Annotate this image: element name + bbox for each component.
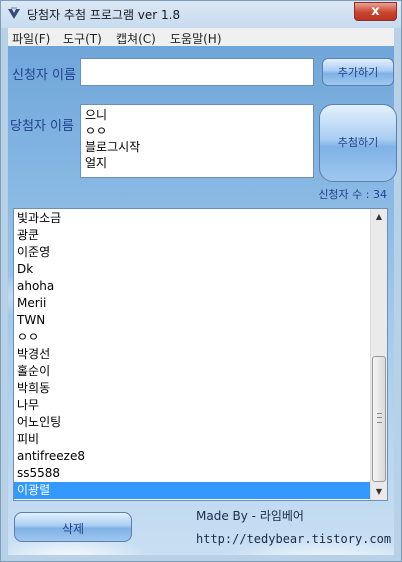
menu-help[interactable]: 도움말(H)	[170, 30, 222, 47]
winner-item: 얼지	[85, 156, 108, 170]
blog-url[interactable]: http://tedybear.tistory.com	[196, 532, 391, 546]
list-item[interactable]: 홀순이	[14, 363, 371, 380]
grip-icon	[377, 413, 382, 423]
applicant-list-items: 빛과소금 광쿤 이준영 Dk ahoha Merii TWN ㅇㅇ 박경선 홀순이 박희동 나무 어노인…	[14, 210, 371, 499]
main-window: 당첨자 추첨 프로그램 ver 1.8 x 파일(F) 도구(T) 캡쳐(C) …	[0, 0, 402, 562]
list-item[interactable]: 빛과소금	[14, 210, 371, 227]
title-bar: 당첨자 추첨 프로그램 ver 1.8 x	[1, 1, 401, 28]
list-item[interactable]: 박경선	[14, 346, 371, 363]
applicant-name-input[interactable]	[80, 58, 314, 86]
applicant-list[interactable]: 빛과소금 광쿤 이준영 Dk ahoha Merii TWN ㅇㅇ 박경선 홀순이 박희동 나무 어노인…	[13, 208, 388, 501]
list-item[interactable]: TWN	[14, 312, 371, 329]
scroll-down-icon[interactable]: ▼	[371, 484, 387, 500]
add-button[interactable]: 추가하기	[322, 58, 394, 86]
add-button-label: 추가하기	[337, 66, 379, 79]
winner-name-label: 당첨자 이름	[10, 119, 74, 134]
delete-button-label: 삭제	[61, 522, 85, 536]
close-icon: x	[371, 4, 380, 19]
list-item[interactable]: Dk	[14, 261, 371, 278]
list-item[interactable]: 박희동	[14, 380, 371, 397]
menu-capture[interactable]: 캡쳐(C)	[116, 30, 156, 47]
list-item[interactable]: Merii	[14, 295, 371, 312]
list-item[interactable]: antifreeze8	[14, 448, 371, 465]
menu-tools[interactable]: 도구(T)	[63, 30, 102, 47]
winner-item: ㅇㅇ	[85, 124, 108, 138]
list-item[interactable]: 나무	[14, 397, 371, 414]
main-panel: 신청자 이름 추가하기 당첨자 이름 으니 ㅇㅇ 블로그시작 얼지 추첨하기 신…	[8, 46, 397, 555]
made-by-text: Made By - 라임베어	[196, 509, 304, 523]
app-icon	[8, 7, 20, 19]
list-item[interactable]: 광쿤	[14, 227, 371, 244]
applicant-name-label: 신청자 이름	[12, 68, 76, 83]
window-title: 당첨자 추첨 프로그램 ver 1.8	[27, 8, 181, 22]
list-item[interactable]: 피비	[14, 431, 371, 448]
list-scrollbar[interactable]: ▲ ▼	[370, 209, 387, 500]
list-item[interactable]: ahoha	[14, 278, 371, 295]
list-item[interactable]: ㅇㅇ	[14, 329, 371, 346]
close-button[interactable]: x	[354, 2, 397, 21]
delete-button[interactable]: 삭제	[14, 512, 132, 542]
applicant-count: 신청자 수 : 34	[318, 188, 387, 201]
list-item[interactable]: ss5588	[14, 465, 371, 482]
winner-list[interactable]: 으니 ㅇㅇ 블로그시작 얼지	[80, 104, 314, 178]
scroll-up-icon[interactable]: ▲	[371, 209, 387, 225]
list-item[interactable]: 어노인팅	[14, 414, 371, 431]
list-item[interactable]: 이광렬	[14, 482, 371, 499]
scrollbar-thumb[interactable]	[372, 356, 386, 482]
winner-item: 블로그시작	[85, 140, 141, 154]
winner-item: 으니	[85, 108, 108, 122]
list-item[interactable]: 이준영	[14, 244, 371, 261]
menu-file[interactable]: 파일(F)	[12, 30, 50, 47]
draw-button-label: 추첨하기	[337, 136, 379, 149]
menu-bar: 파일(F) 도구(T) 캡쳐(C) 도움말(H)	[8, 28, 394, 46]
draw-button[interactable]: 추첨하기	[319, 104, 397, 182]
